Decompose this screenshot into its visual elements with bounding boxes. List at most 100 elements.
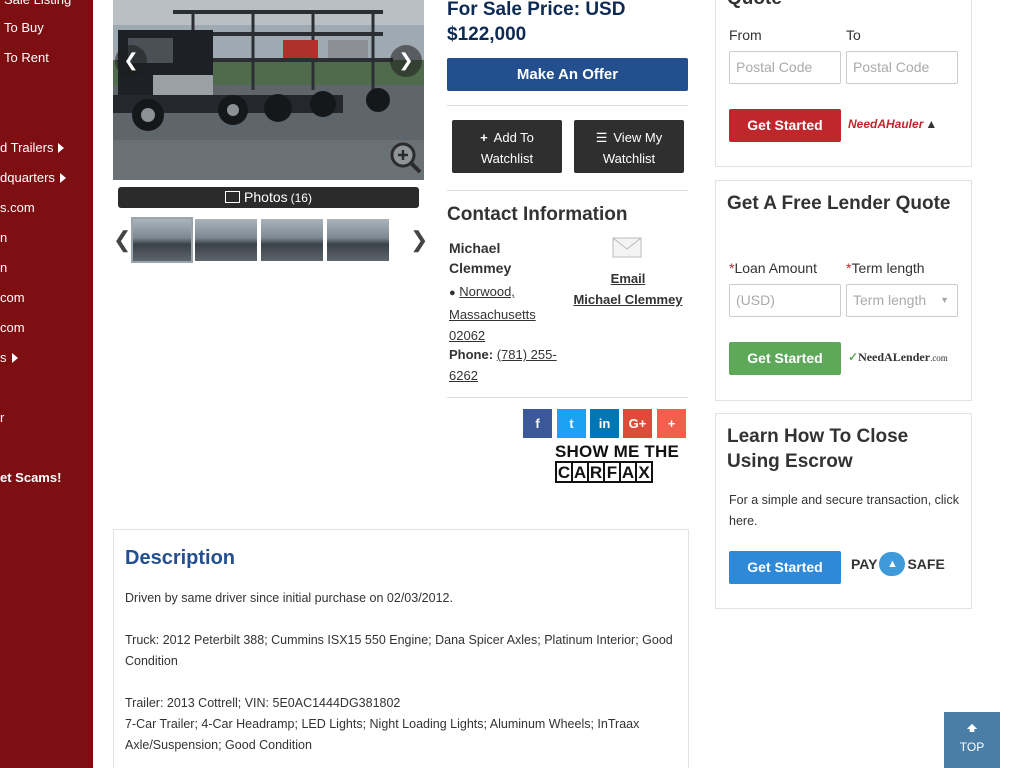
sidebar-item[interactable]: n — [0, 230, 7, 246]
main-photo[interactable]: ❮ ❯ — [113, 0, 424, 180]
sidebar-item[interactable]: com — [0, 320, 25, 336]
bank-icon: ▲ — [879, 552, 906, 576]
thumbs-next-icon[interactable]: ❯ — [410, 229, 428, 251]
address-line1-link[interactable]: Norwood, — [459, 284, 515, 299]
term-length-select[interactable]: Term length ▼ — [846, 284, 958, 317]
email-seller-link[interactable]: Email Michael Clemmey — [568, 268, 688, 310]
term-length-placeholder: Term length — [853, 292, 927, 308]
gallery-prev-button[interactable]: ❮ — [115, 45, 147, 77]
sidebar-item-label: r — [0, 410, 5, 425]
needahauler-logo[interactable]: NeedAHauler ▲ — [848, 117, 937, 131]
address-line2-link[interactable]: Massachusetts — [449, 307, 536, 322]
caret-right-icon — [58, 143, 65, 153]
sidebar-item[interactable]: To Rent — [4, 50, 49, 66]
sidebar-item[interactable]: d Trailers — [0, 140, 65, 156]
twitter-icon: t — [569, 416, 574, 431]
image-icon — [225, 191, 241, 203]
thumbnail-strip — [131, 217, 407, 263]
paysafe-logo-left: PAY — [851, 556, 878, 572]
thumbnail[interactable] — [261, 219, 323, 261]
facebook-share-button[interactable]: f — [523, 409, 552, 438]
sidebar-item-label: To Buy — [4, 20, 44, 35]
carfax-logo: CARFAX — [555, 461, 686, 483]
caret-down-icon: ▼ — [940, 295, 949, 305]
loan-amount-input[interactable]: (USD) — [729, 284, 841, 317]
sidebar-item-label: dquarters — [0, 170, 55, 185]
contact-title: Contact Information — [447, 204, 628, 225]
gallery-next-button[interactable]: ❯ — [390, 45, 422, 77]
share-more-icon: + — [667, 416, 676, 431]
description-title: Description — [125, 547, 236, 569]
scroll-top-label: TOP — [959, 740, 985, 754]
sidebar-nav: Sale Listing To Buy To Rent d Trailers dquar… — [0, 0, 93, 768]
sidebar-item[interactable]: com — [0, 290, 25, 306]
lender-get-started-button[interactable]: Get Started — [729, 342, 841, 375]
chevron-left-icon: ❮ — [123, 50, 139, 70]
paysafe-logo[interactable]: PAY ▲ SAFE — [851, 551, 945, 577]
page: Sale Listing To Buy To Rent d Trailers dquar… — [0, 0, 1024, 768]
term-length-label: *Term length — [846, 260, 925, 276]
needalender-logo[interactable]: ✓NeedALender.com — [848, 350, 948, 365]
to-label: To — [846, 27, 861, 43]
sidebar-item[interactable]: et Scams! — [0, 470, 61, 486]
add-to-watchlist-button[interactable]: + Add To Watchlist — [452, 120, 562, 173]
seller-phone: Phone: (781) 255-6262 — [449, 344, 569, 386]
zoom-in-icon[interactable] — [389, 141, 423, 175]
from-label: From — [729, 27, 762, 43]
divider — [447, 105, 688, 106]
view-watchlist-line2: Watchlist — [602, 151, 656, 166]
sidebar-item-label: et Scams! — [0, 470, 62, 485]
plus-icon: + — [480, 130, 488, 145]
checkmark-icon: ✓ — [848, 350, 859, 364]
facebook-icon: f — [535, 416, 540, 431]
truck-photo — [113, 0, 424, 180]
google-plus-share-button[interactable]: G+ — [623, 409, 652, 438]
scroll-top-button[interactable]: 🠹 TOP — [944, 712, 1000, 768]
sidebar-item[interactable]: dquarters — [0, 170, 66, 186]
carfax-letter: X — [635, 461, 653, 483]
sidebar-item[interactable]: Sale Listing — [4, 0, 71, 8]
sidebar-item[interactable]: To Buy — [4, 20, 44, 36]
seller-address: ● Norwood, Massachusetts 02062 — [449, 281, 559, 346]
google-plus-icon: G+ — [628, 416, 647, 431]
address-line3-link[interactable]: 02062 — [449, 328, 485, 343]
envelope-icon[interactable] — [612, 237, 642, 258]
description-paragraph: Truck: 2012 Peterbilt 388; Cummins ISX15… — [125, 633, 673, 668]
price-value: $122,000 — [447, 24, 527, 45]
escrow-get-started-button[interactable]: Get Started — [729, 551, 841, 584]
photos-count: (16) — [290, 191, 312, 205]
sidebar-item-label: n — [0, 260, 8, 275]
make-offer-button[interactable]: Make An Offer — [447, 58, 688, 91]
sidebar-item[interactable]: s.com — [0, 200, 35, 216]
sidebar-item[interactable]: s — [0, 350, 18, 366]
term-length-text: Term length — [851, 260, 925, 276]
thumbnail[interactable] — [195, 219, 257, 261]
hauler-get-started-button[interactable]: Get Started — [729, 109, 841, 142]
price-label: For Sale Price: USD — [447, 0, 626, 20]
divider — [447, 397, 688, 398]
to-postal-input[interactable]: Postal Code — [846, 51, 958, 84]
thumbnail[interactable] — [327, 219, 389, 261]
sidebar-item-label: s.com — [0, 200, 35, 215]
needalender-logo-text: NeedALender — [858, 350, 931, 364]
sidebar-item[interactable]: n — [0, 260, 7, 276]
caret-right-icon — [59, 173, 66, 183]
share-more-share-button[interactable]: + — [657, 409, 686, 438]
sidebar-item-label: s — [0, 350, 7, 365]
photos-button[interactable]: Photos (16) — [118, 187, 419, 208]
carfax-badge[interactable]: SHOW ME THE CARFAX — [555, 443, 686, 485]
sidebar-item[interactable]: r — [0, 410, 4, 426]
linkedin-share-button[interactable]: in — [590, 409, 619, 438]
photos-label: Photos — [244, 189, 288, 205]
view-watchlist-button[interactable]: ☰ View My Watchlist — [574, 120, 684, 173]
needalender-logo-suffix: .com — [930, 353, 948, 363]
sidebar-item-label: To Rent — [4, 50, 49, 65]
email-label[interactable]: Email — [611, 271, 646, 286]
twitter-share-button[interactable]: t — [557, 409, 586, 438]
thumbnail[interactable] — [131, 217, 193, 263]
from-postal-input[interactable]: Postal Code — [729, 51, 841, 84]
escrow-text[interactable]: For a simple and secure transaction, cli… — [729, 490, 961, 532]
thumbs-prev-icon[interactable]: ❮ — [113, 229, 131, 251]
view-watchlist-line1: View My — [613, 130, 663, 145]
email-seller-name[interactable]: Michael Clemmey — [573, 292, 682, 307]
